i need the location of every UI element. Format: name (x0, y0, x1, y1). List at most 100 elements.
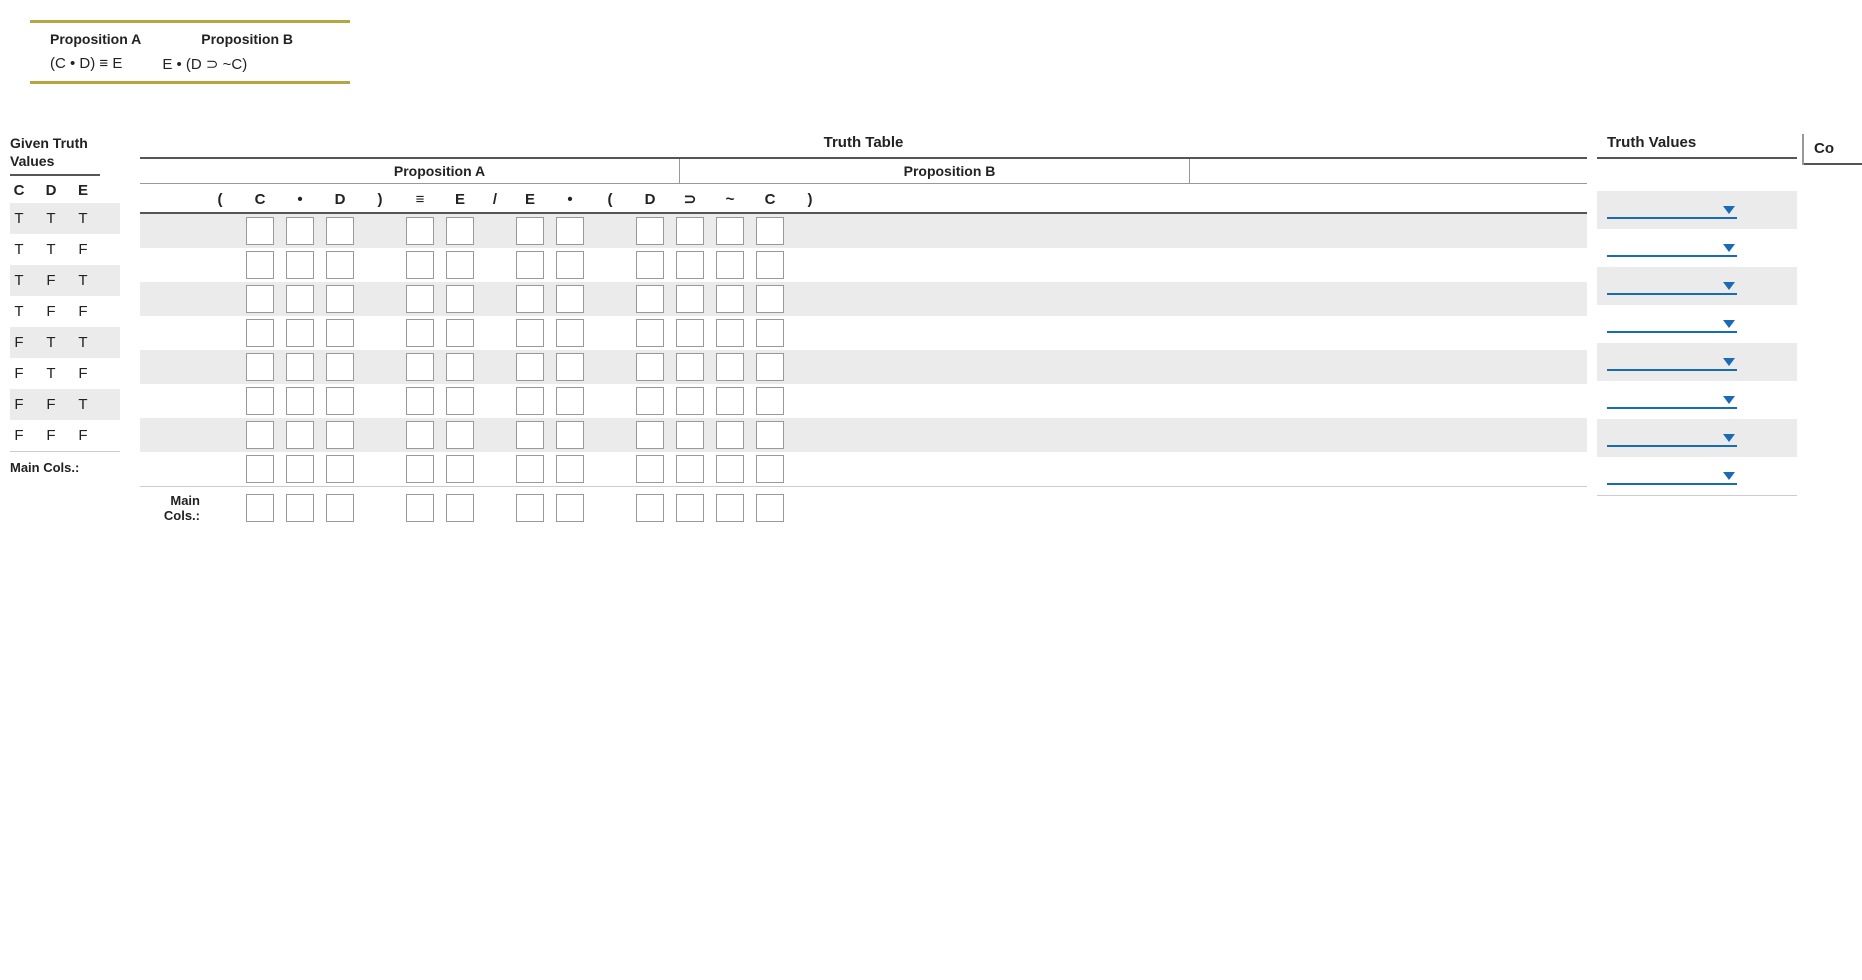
tt-input-a-2-6[interactable] (446, 285, 474, 313)
tt-input-a-7-5[interactable] (406, 455, 434, 483)
tt-input-b-0-4[interactable] (676, 217, 704, 245)
tt-input-b-7-1[interactable] (556, 455, 584, 483)
tt-input-a-5-2[interactable] (286, 387, 314, 415)
tt-input-a-1-2[interactable] (286, 251, 314, 279)
tt-input-a-5-3[interactable] (326, 387, 354, 415)
tt-input-b-6-3[interactable] (636, 421, 664, 449)
mc-input-a-6[interactable] (446, 494, 474, 522)
tv-dropdown-5[interactable]: TF (1607, 392, 1737, 409)
tt-input-b-0-1[interactable] (556, 217, 584, 245)
tt-input-b-5-0[interactable] (516, 387, 544, 415)
tt-input-a-1-3[interactable] (326, 251, 354, 279)
tt-input-b-4-3[interactable] (636, 353, 664, 381)
tt-input-b-1-3[interactable] (636, 251, 664, 279)
tt-input-a-0-2[interactable] (286, 217, 314, 245)
tt-input-b-0-0[interactable] (516, 217, 544, 245)
tt-input-a-6-3[interactable] (326, 421, 354, 449)
tt-input-b-5-5[interactable] (716, 387, 744, 415)
tt-input-b-5-6[interactable] (756, 387, 784, 415)
mc-input-a-5[interactable] (406, 494, 434, 522)
tt-input-a-3-3[interactable] (326, 319, 354, 347)
tt-input-b-7-4[interactable] (676, 455, 704, 483)
tt-input-b-2-6[interactable] (756, 285, 784, 313)
tt-input-b-4-0[interactable] (516, 353, 544, 381)
tt-input-a-3-5[interactable] (406, 319, 434, 347)
tv-dropdown-2[interactable]: TF (1607, 278, 1737, 295)
tt-input-b-2-0[interactable] (516, 285, 544, 313)
tv-dropdown-4[interactable]: TF (1607, 354, 1737, 371)
tt-input-a-5-6[interactable] (446, 387, 474, 415)
tt-input-b-7-5[interactable] (716, 455, 744, 483)
tt-input-b-2-1[interactable] (556, 285, 584, 313)
tt-input-b-4-4[interactable] (676, 353, 704, 381)
mc-input-a-2[interactable] (286, 494, 314, 522)
tt-input-a-2-2[interactable] (286, 285, 314, 313)
tt-input-a-4-2[interactable] (286, 353, 314, 381)
tt-input-b-6-0[interactable] (516, 421, 544, 449)
tv-dropdown-7[interactable]: TF (1607, 468, 1737, 485)
mc-input-b-3[interactable] (636, 494, 664, 522)
tt-input-b-3-6[interactable] (756, 319, 784, 347)
tt-input-a-0-3[interactable] (326, 217, 354, 245)
tt-input-a-2-5[interactable] (406, 285, 434, 313)
mc-input-a-1[interactable] (246, 494, 274, 522)
tt-input-b-1-5[interactable] (716, 251, 744, 279)
tt-input-a-0-1[interactable] (246, 217, 274, 245)
tt-input-b-1-1[interactable] (556, 251, 584, 279)
tv-dropdown-3[interactable]: TF (1607, 316, 1737, 333)
tt-input-a-6-5[interactable] (406, 421, 434, 449)
tt-input-b-1-4[interactable] (676, 251, 704, 279)
tt-input-b-3-0[interactable] (516, 319, 544, 347)
tt-input-a-1-6[interactable] (446, 251, 474, 279)
tt-input-b-7-0[interactable] (516, 455, 544, 483)
tt-input-a-5-1[interactable] (246, 387, 274, 415)
tt-input-a-4-5[interactable] (406, 353, 434, 381)
mc-input-b-0[interactable] (516, 494, 544, 522)
tt-input-a-4-6[interactable] (446, 353, 474, 381)
tt-input-b-0-3[interactable] (636, 217, 664, 245)
tt-input-b-5-3[interactable] (636, 387, 664, 415)
tt-input-a-5-5[interactable] (406, 387, 434, 415)
tt-input-a-7-1[interactable] (246, 455, 274, 483)
tt-input-b-5-4[interactable] (676, 387, 704, 415)
tt-input-a-2-1[interactable] (246, 285, 274, 313)
tt-input-b-3-1[interactable] (556, 319, 584, 347)
tv-dropdown-1[interactable]: TF (1607, 240, 1737, 257)
tt-input-a-1-5[interactable] (406, 251, 434, 279)
tt-input-b-4-6[interactable] (756, 353, 784, 381)
tt-input-a-3-1[interactable] (246, 319, 274, 347)
tt-input-a-6-1[interactable] (246, 421, 274, 449)
tt-input-b-3-5[interactable] (716, 319, 744, 347)
tt-input-a-0-5[interactable] (406, 217, 434, 245)
tt-input-b-2-5[interactable] (716, 285, 744, 313)
tt-input-b-5-1[interactable] (556, 387, 584, 415)
tt-input-b-4-5[interactable] (716, 353, 744, 381)
tt-input-a-3-6[interactable] (446, 319, 474, 347)
tt-input-b-7-6[interactable] (756, 455, 784, 483)
tt-input-a-0-6[interactable] (446, 217, 474, 245)
tt-input-b-1-0[interactable] (516, 251, 544, 279)
tt-input-b-0-6[interactable] (756, 217, 784, 245)
tt-input-b-7-3[interactable] (636, 455, 664, 483)
tt-input-a-4-1[interactable] (246, 353, 274, 381)
tt-input-b-6-1[interactable] (556, 421, 584, 449)
tt-input-b-1-6[interactable] (756, 251, 784, 279)
tt-input-a-4-3[interactable] (326, 353, 354, 381)
mc-input-a-3[interactable] (326, 494, 354, 522)
tt-input-b-6-4[interactable] (676, 421, 704, 449)
mc-input-b-6[interactable] (756, 494, 784, 522)
tt-input-a-7-3[interactable] (326, 455, 354, 483)
tt-input-b-3-3[interactable] (636, 319, 664, 347)
tv-dropdown-0[interactable]: TF (1607, 202, 1737, 219)
tt-input-a-7-2[interactable] (286, 455, 314, 483)
tt-input-b-4-1[interactable] (556, 353, 584, 381)
tt-input-b-3-4[interactable] (676, 319, 704, 347)
mc-input-b-5[interactable] (716, 494, 744, 522)
tt-input-a-2-3[interactable] (326, 285, 354, 313)
tt-input-b-0-5[interactable] (716, 217, 744, 245)
tt-input-b-6-6[interactable] (756, 421, 784, 449)
tt-input-b-2-3[interactable] (636, 285, 664, 313)
tt-input-a-1-1[interactable] (246, 251, 274, 279)
mc-input-b-1[interactable] (556, 494, 584, 522)
tt-input-b-2-4[interactable] (676, 285, 704, 313)
